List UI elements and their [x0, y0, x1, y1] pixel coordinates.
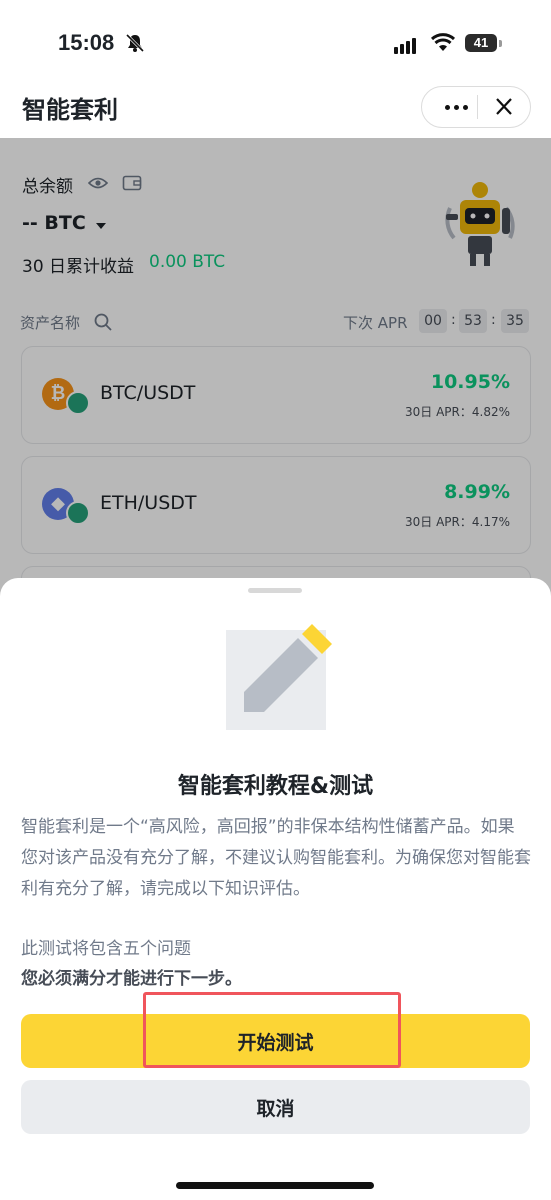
pencil-illustration [226, 624, 332, 730]
test-info-note: 此测试将包含五个问题 [21, 939, 191, 959]
close-icon[interactable] [486, 93, 522, 121]
home-indicator[interactable] [176, 1182, 374, 1189]
sheet-description: 智能套利是一个“高风险，高回报”的非保本结构性储蓄产品。如果您对该产品没有充分了… [21, 817, 531, 899]
pass-requirement-note: 您必须满分才能进行下一步。 [21, 969, 242, 989]
sheet-title: 智能套利教程&测试 [177, 774, 374, 799]
wifi-icon [430, 33, 456, 51]
more-options-icon[interactable] [436, 93, 476, 121]
cellular-signal-icon [394, 35, 418, 54]
cancel-button[interactable]: 取消 [21, 1080, 530, 1134]
status-time: 15:08 [58, 30, 115, 55]
miniapp-capsule [421, 86, 531, 128]
bell-muted-icon [125, 33, 145, 53]
battery-icon: 41 [465, 34, 497, 52]
highlight-box [143, 992, 401, 1068]
page-title: 智能套利 [22, 96, 118, 124]
capsule-divider [477, 95, 478, 119]
battery-tip [499, 40, 502, 47]
sheet-drag-handle[interactable] [248, 588, 302, 593]
